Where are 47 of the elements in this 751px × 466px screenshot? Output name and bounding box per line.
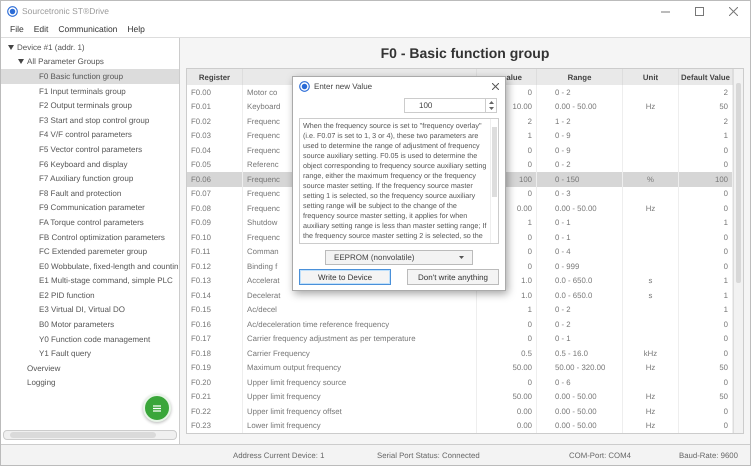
collapse-arrow-icon[interactable] [17, 59, 24, 64]
tree-item[interactable]: F2 Output terminals group [39, 101, 132, 110]
cancel-button[interactable]: Don't write anything [406, 269, 499, 285]
tree-item[interactable]: F9 Communication parameter [39, 203, 145, 212]
collapse-arrow-icon[interactable] [7, 44, 14, 50]
tree-item[interactable]: Overview [27, 364, 60, 373]
window-title: Sourcetronic ST®Drive [22, 6, 110, 16]
tree-item[interactable]: B0 Motor parameters [39, 320, 114, 330]
tree-item[interactable]: All Parameter Groups [27, 57, 104, 66]
app-icon [299, 80, 310, 92]
number-input-field[interactable]: 100 [404, 98, 486, 113]
tree-item[interactable]: F4 V/F control parameters [39, 130, 132, 140]
tree-item[interactable]: E3 Virtual DI, Virtual DO [39, 305, 125, 314]
close-icon [728, 6, 738, 16]
tree-item[interactable]: Logging [27, 378, 56, 388]
tree-item[interactable]: F7 Auxiliary function group [39, 174, 134, 184]
tree-item[interactable]: FB Control optimization parameters [39, 232, 165, 242]
page-heading: F0 - Basic function group [380, 44, 550, 63]
menu-item[interactable]: Edit [28, 24, 54, 34]
close-button[interactable] [492, 82, 499, 90]
tree-item[interactable]: FA Torque control parameters [39, 218, 144, 227]
dropdown-arrow-icon [459, 256, 464, 259]
tree-item[interactable]: Y0 Function code management [39, 334, 150, 344]
menu-button[interactable] [143, 394, 171, 422]
vertical-scrollbar[interactable] [490, 119, 498, 243]
tree-item[interactable]: F5 Vector control parameters [39, 144, 142, 154]
tree-item[interactable]: E1 Multi-stage command, simple PLC [39, 276, 173, 286]
maximize-icon [694, 6, 704, 16]
tree-item[interactable]: F8 Fault and protection [39, 188, 122, 198]
spin-buttons[interactable] [486, 98, 497, 113]
tree-item[interactable]: E2 PID function [39, 290, 95, 300]
tree-item[interactable]: FC Extended paremeter group [39, 247, 148, 256]
tree-item[interactable]: Device #1 (addr. 1) [17, 42, 85, 52]
app-icon [7, 6, 18, 16]
storage-dropdown[interactable]: EEPROM (nonvolatile) [325, 250, 473, 265]
tree-item[interactable]: F6 Keyboard and display [39, 160, 128, 169]
horizontal-scrollbar[interactable] [3, 430, 177, 440]
write-button[interactable]: Write to Device [299, 269, 392, 285]
menu-icon [153, 404, 161, 412]
vertical-scrollbar[interactable] [733, 69, 743, 433]
menu-item[interactable]: File [5, 24, 29, 34]
tree-item[interactable]: F3 Start and stop control group [39, 116, 150, 125]
menu-item[interactable]: Help [122, 24, 150, 34]
menu-item[interactable]: Communication [53, 24, 122, 34]
tree-item[interactable]: Y1 Fault query [39, 349, 92, 358]
tree-item[interactable]: F1 Input terminals group [39, 86, 126, 96]
tree-item[interactable]: E0 Wobbulate, fixed-length and countin [39, 262, 179, 271]
